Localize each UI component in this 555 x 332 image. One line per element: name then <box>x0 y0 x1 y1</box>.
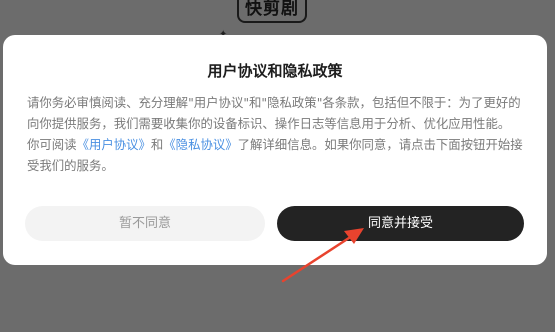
dialog-paragraph-2: 你可阅读《用户协议》和《隐私协议》了解详细信息。如果你同意，请点击下面按钮开始接… <box>27 134 532 176</box>
dialog-title: 用户协议和隐私政策 <box>207 62 343 80</box>
app-logo-text: 快剪剧 <box>245 0 299 19</box>
dialog-body: 请你务必审慎阅读、充分理解"用户协议"和"隐私政策"各条款，包括但不限于：为了更… <box>27 92 532 176</box>
user-agreement-link[interactable]: 《用户协议》 <box>77 137 151 152</box>
app-logo: 快剪剧 <box>237 0 307 23</box>
paragraph-2-and: 和 <box>150 137 164 152</box>
privacy-policy-link[interactable]: 《隐私协议》 <box>163 137 237 152</box>
decline-button[interactable]: 暂不同意 <box>25 206 265 241</box>
dialog-paragraph-1: 请你务必审慎阅读、充分理解"用户协议"和"隐私政策"各条款，包括但不限于：为了更… <box>27 95 521 131</box>
paragraph-2-prefix: 你可阅读 <box>27 137 77 152</box>
privacy-dialog: 用户协议和隐私政策 请你务必审慎阅读、充分理解"用户协议"和"隐私政策"各条款，… <box>3 35 547 265</box>
accept-button[interactable]: 同意并接受 <box>277 206 524 241</box>
